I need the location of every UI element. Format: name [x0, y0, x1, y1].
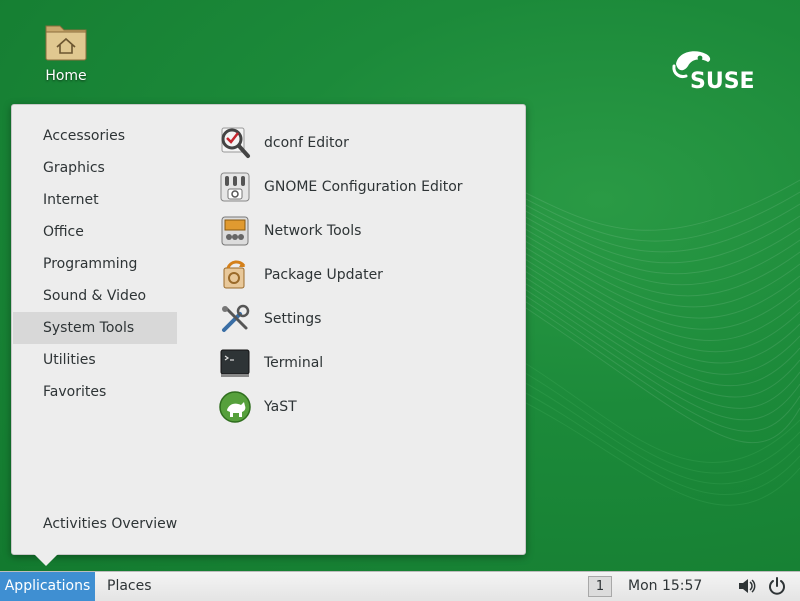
category-internet[interactable]: Internet [13, 184, 177, 216]
category-programming[interactable]: Programming [13, 248, 177, 280]
app-label-settings: Settings [264, 311, 322, 327]
app-label-package-updater: Package Updater [264, 267, 383, 283]
category-accessories[interactable]: Accessories [13, 120, 177, 152]
workspace-indicator[interactable]: 1 [588, 576, 612, 597]
suse-logo-text: SUSE [690, 69, 755, 92]
clock[interactable]: Mon 15:57 [628, 572, 702, 601]
app-label-yast: YaST [264, 399, 297, 415]
category-system-tools[interactable]: System Tools [13, 312, 177, 344]
category-favorites[interactable]: Favorites [13, 376, 177, 408]
app-label-network-tools: Network Tools [264, 223, 362, 239]
settings-icon [222, 304, 250, 332]
activities-overview-link[interactable]: Activities Overview [43, 513, 177, 535]
terminal-icon [220, 349, 250, 377]
category-office[interactable]: Office [13, 216, 177, 248]
app-item-package-updater[interactable]: Package Updater [218, 253, 518, 297]
power-icon[interactable] [768, 577, 786, 595]
dconf-editor-icon [221, 127, 250, 158]
category-list: Accessories Graphics Internet Office Pro… [13, 120, 177, 408]
category-graphics[interactable]: Graphics [13, 152, 177, 184]
home-label: Home [45, 68, 87, 84]
category-utilities[interactable]: Utilities [13, 344, 177, 376]
app-item-settings[interactable]: Settings [218, 297, 518, 341]
category-sound-video[interactable]: Sound & Video [13, 280, 177, 312]
app-item-terminal[interactable]: Terminal [218, 341, 518, 385]
app-item-dconf-editor[interactable]: dconf Editor [218, 121, 518, 165]
menu-pointer-arrow [34, 554, 58, 566]
volume-icon[interactable] [738, 578, 756, 594]
applications-menu: Accessories Graphics Internet Office Pro… [11, 104, 526, 555]
app-label-gnome-config-editor: GNOME Configuration Editor [264, 179, 463, 195]
app-label-dconf-editor: dconf Editor [264, 135, 349, 151]
app-item-network-tools[interactable]: Network Tools [218, 209, 518, 253]
app-item-yast[interactable]: YaST [218, 385, 518, 429]
home-folder-icon [45, 25, 87, 61]
app-list: dconf Editor GNOME Configuration Editor … [218, 121, 518, 429]
suse-logo: SUSE [672, 51, 755, 92]
app-item-gnome-config-editor[interactable]: GNOME Configuration Editor [218, 165, 518, 209]
applications-button[interactable]: Applications [0, 572, 95, 601]
app-label-terminal: Terminal [264, 355, 324, 371]
home-desktop-shortcut[interactable]: Home [30, 20, 102, 84]
places-button[interactable]: Places [107, 572, 152, 601]
package-updater-icon [223, 260, 246, 289]
network-tools-icon [221, 216, 249, 246]
bottom-panel: Applications Places 1 Mon 15:57 [0, 571, 800, 601]
gnome-config-editor-icon [220, 172, 250, 202]
yast-icon [219, 391, 251, 423]
